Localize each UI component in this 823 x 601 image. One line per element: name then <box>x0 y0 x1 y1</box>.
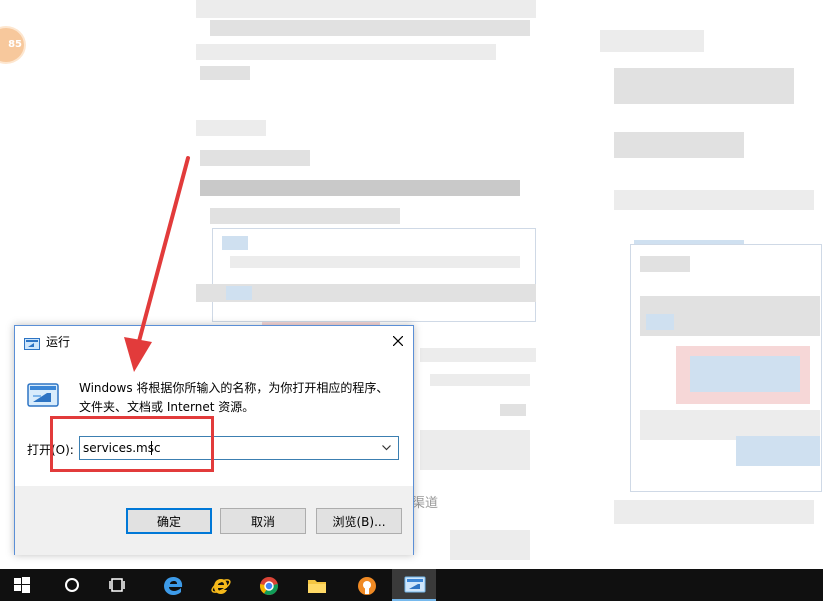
desktop-screen: 85 渠道 运行 Windows 将根据你所输入的名称，为你打开相应的程序、 文… <box>0 0 823 601</box>
dialog-titlebar[interactable]: 运行 <box>15 326 413 357</box>
taskbar <box>0 569 823 601</box>
run-app-icon <box>404 576 426 593</box>
start-button[interactable] <box>0 569 44 601</box>
ie-button[interactable] <box>198 569 242 601</box>
search-button[interactable] <box>50 569 94 601</box>
ok-button[interactable]: 确定 <box>126 508 212 534</box>
chevron-down-icon <box>382 445 391 451</box>
cortana-search-icon <box>65 578 79 592</box>
dialog-button-area: 确定 取消 浏览(B)... <box>15 486 413 555</box>
edge-button[interactable] <box>150 569 194 601</box>
edge-browser-icon <box>164 577 183 595</box>
description-line-2: 文件夹、文档或 Internet 资源。 <box>79 400 255 414</box>
internet-explorer-icon <box>211 579 231 594</box>
close-icon <box>393 336 403 346</box>
task-view-icon <box>109 578 125 592</box>
close-button[interactable] <box>383 326 413 357</box>
chrome-browser-icon <box>259 577 279 596</box>
app-button[interactable] <box>344 569 388 601</box>
run-app-button[interactable] <box>392 569 436 601</box>
app-icon <box>358 577 376 595</box>
run-program-icon <box>27 381 59 409</box>
description-line-1: Windows 将根据你所输入的名称，为你打开相应的程序、 <box>79 381 389 395</box>
background-partial-text: 渠道 <box>412 496 439 511</box>
cancel-button[interactable]: 取消 <box>220 508 306 534</box>
highlight-box <box>50 416 214 472</box>
dropdown-button[interactable] <box>378 437 396 459</box>
chrome-button[interactable] <box>246 569 290 601</box>
file-explorer-button[interactable] <box>294 569 338 601</box>
notification-badge: 85 <box>0 26 26 64</box>
dialog-description: Windows 将根据你所输入的名称，为你打开相应的程序、 文件夹、文档或 In… <box>79 379 399 417</box>
task-view-button[interactable] <box>96 569 140 601</box>
dialog-title: 运行 <box>46 335 71 349</box>
run-title-icon <box>24 335 40 350</box>
browse-button[interactable]: 浏览(B)... <box>316 508 402 534</box>
windows-start-icon <box>14 577 30 593</box>
file-explorer-icon <box>308 580 326 593</box>
